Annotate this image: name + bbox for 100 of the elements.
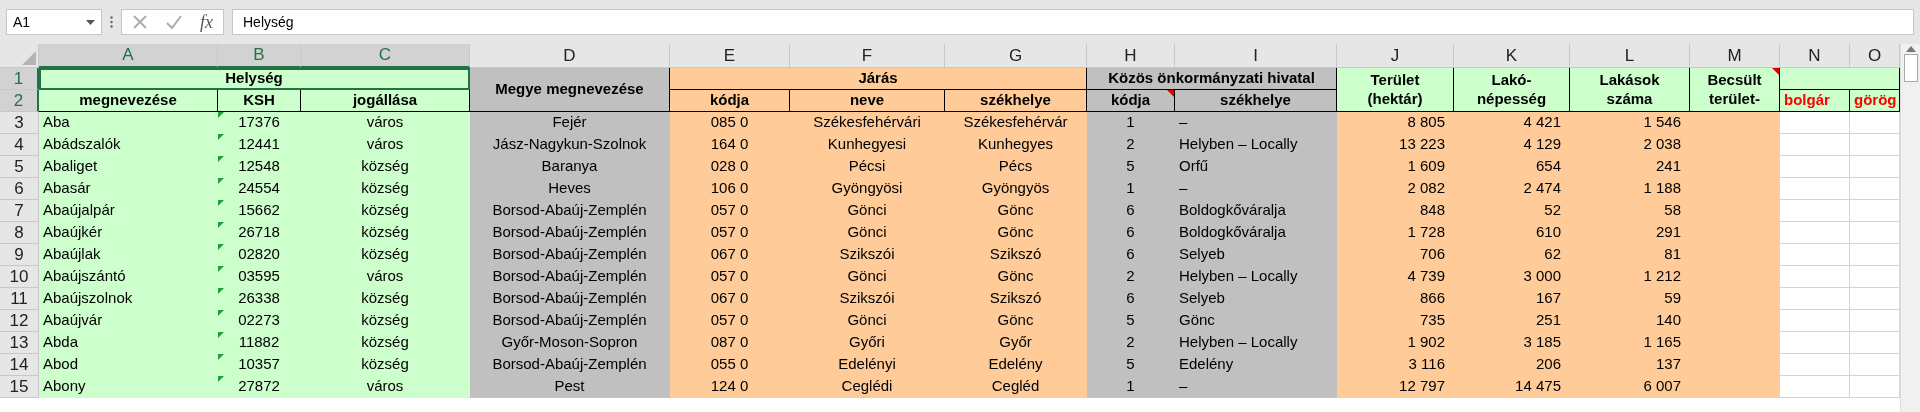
table-cell: Abaújalpár bbox=[39, 200, 218, 222]
select-all-corner[interactable] bbox=[0, 44, 39, 68]
formula-field[interactable]: Helység bbox=[232, 9, 1914, 35]
table-cell: Gönc bbox=[945, 266, 1087, 288]
table-cell: 1 609 bbox=[1337, 156, 1454, 178]
table-cell: község bbox=[301, 244, 470, 266]
table-cell: 27872 bbox=[218, 376, 301, 398]
table-cell: Győr-Moson-Sopron bbox=[470, 332, 670, 354]
table-cell: 654 bbox=[1454, 156, 1570, 178]
row-header[interactable]: 4 bbox=[0, 134, 39, 156]
row-header[interactable]: 14 bbox=[0, 354, 39, 376]
table-cell: Helyben – Locally bbox=[1175, 134, 1337, 156]
table-cell: Helyben – Locally bbox=[1175, 332, 1337, 354]
table-cell: város bbox=[301, 376, 470, 398]
table-cell: 2 bbox=[1087, 134, 1175, 156]
table-cell: Boldogkőváralja bbox=[1175, 222, 1337, 244]
scroll-up-icon[interactable] bbox=[1905, 46, 1916, 52]
table-cell: 1 bbox=[1087, 376, 1175, 398]
column-header[interactable]: A bbox=[39, 44, 218, 68]
table-cell: 2 bbox=[1087, 332, 1175, 354]
table-cell: 2 082 bbox=[1337, 178, 1454, 200]
column-header[interactable]: G bbox=[945, 44, 1087, 68]
table-cell: 057 0 bbox=[670, 222, 790, 244]
table-cell: 12 797 bbox=[1337, 376, 1454, 398]
table-cell: Orfű bbox=[1175, 156, 1337, 178]
header-cell: székhelye bbox=[945, 90, 1087, 112]
header-cell: KSH bbox=[218, 90, 301, 112]
row-header[interactable]: 6 bbox=[0, 178, 39, 200]
table-cell: község bbox=[301, 332, 470, 354]
table-cell: Gönci bbox=[790, 200, 945, 222]
table-cell: 11882 bbox=[218, 332, 301, 354]
table-cell: 14 475 bbox=[1454, 376, 1570, 398]
table-cell: Jász-Nagykun-Szolnok bbox=[470, 134, 670, 156]
header-cell[interactable]: Helység bbox=[39, 68, 470, 90]
row-header[interactable]: 8 bbox=[0, 222, 39, 244]
table-cell: Abod bbox=[39, 354, 218, 376]
insert-function-button[interactable]: fx bbox=[200, 11, 213, 33]
table-cell: 057 0 bbox=[670, 310, 790, 332]
row-header[interactable]: 11 bbox=[0, 288, 39, 310]
table-cell: Borsod-Abaúj-Zemplén bbox=[470, 200, 670, 222]
table-cell: Borsod-Abaúj-Zemplén bbox=[470, 266, 670, 288]
more-options-icon[interactable] bbox=[110, 16, 113, 28]
dropdown-caret-icon bbox=[86, 19, 95, 25]
column-header[interactable]: O bbox=[1850, 44, 1900, 68]
scroll-thumb[interactable] bbox=[1903, 54, 1918, 82]
table-cell: község bbox=[301, 178, 470, 200]
row-header[interactable]: 13 bbox=[0, 332, 39, 354]
table-cell: község bbox=[301, 354, 470, 376]
column-header[interactable]: I bbox=[1175, 44, 1337, 68]
row-header[interactable]: 12 bbox=[0, 310, 39, 332]
table-cell: Gyöngyösi bbox=[790, 178, 945, 200]
table-cell: 706 bbox=[1337, 244, 1454, 266]
row-header[interactable]: 1 bbox=[0, 68, 39, 90]
column-header[interactable]: D bbox=[470, 44, 670, 68]
column-header[interactable]: E bbox=[670, 44, 790, 68]
table-cell: 2 bbox=[1087, 266, 1175, 288]
column-header[interactable]: C bbox=[301, 44, 470, 68]
column-header[interactable]: N bbox=[1780, 44, 1850, 68]
row-header[interactable]: 15 bbox=[0, 376, 39, 398]
table-cell: 58 bbox=[1570, 200, 1690, 222]
table-cell: Székesfehérvári bbox=[790, 112, 945, 134]
table-cell: 6 bbox=[1087, 222, 1175, 244]
table-cell: 124 0 bbox=[670, 376, 790, 398]
table-cell: – bbox=[1175, 178, 1337, 200]
table-cell: 5 bbox=[1087, 310, 1175, 332]
row-header[interactable]: 3 bbox=[0, 112, 39, 134]
column-header[interactable]: B bbox=[218, 44, 301, 68]
column-header[interactable]: F bbox=[790, 44, 945, 68]
table-cell: 15662 bbox=[218, 200, 301, 222]
table-cell: 59 bbox=[1570, 288, 1690, 310]
table-cell: 1 188 bbox=[1570, 178, 1690, 200]
row-header[interactable]: 2 bbox=[0, 90, 39, 112]
row-header[interactable]: 10 bbox=[0, 266, 39, 288]
table-cell: 1 546 bbox=[1570, 112, 1690, 134]
column-header[interactable]: L bbox=[1570, 44, 1690, 68]
check-icon[interactable] bbox=[166, 14, 182, 30]
table-cell: Gönc bbox=[1175, 310, 1337, 332]
table-cell: Gönc bbox=[945, 200, 1087, 222]
column-header[interactable]: H bbox=[1087, 44, 1175, 68]
row-header[interactable]: 5 bbox=[0, 156, 39, 178]
table-cell: Pécs bbox=[945, 156, 1087, 178]
row-header[interactable]: 7 bbox=[0, 200, 39, 222]
table-cell: 02273 bbox=[218, 310, 301, 332]
cancel-icon[interactable] bbox=[132, 14, 148, 30]
column-header[interactable]: J bbox=[1337, 44, 1454, 68]
table-cell: – bbox=[1175, 112, 1337, 134]
table-cell: Cegléd bbox=[945, 376, 1087, 398]
column-header[interactable]: M bbox=[1690, 44, 1780, 68]
vertical-scrollbar[interactable] bbox=[1900, 44, 1920, 412]
table-cell: 610 bbox=[1454, 222, 1570, 244]
table-cell: 26338 bbox=[218, 288, 301, 310]
name-box[interactable]: A1 bbox=[6, 9, 102, 35]
table-cell: község bbox=[301, 200, 470, 222]
header-cell: neve bbox=[790, 90, 945, 112]
table-cell: 057 0 bbox=[670, 200, 790, 222]
column-header[interactable]: K bbox=[1454, 44, 1570, 68]
table-cell: Abaújszolnok bbox=[39, 288, 218, 310]
table-cell: Abda bbox=[39, 332, 218, 354]
row-header[interactable]: 9 bbox=[0, 244, 39, 266]
header-cell: Járás bbox=[670, 68, 1087, 90]
